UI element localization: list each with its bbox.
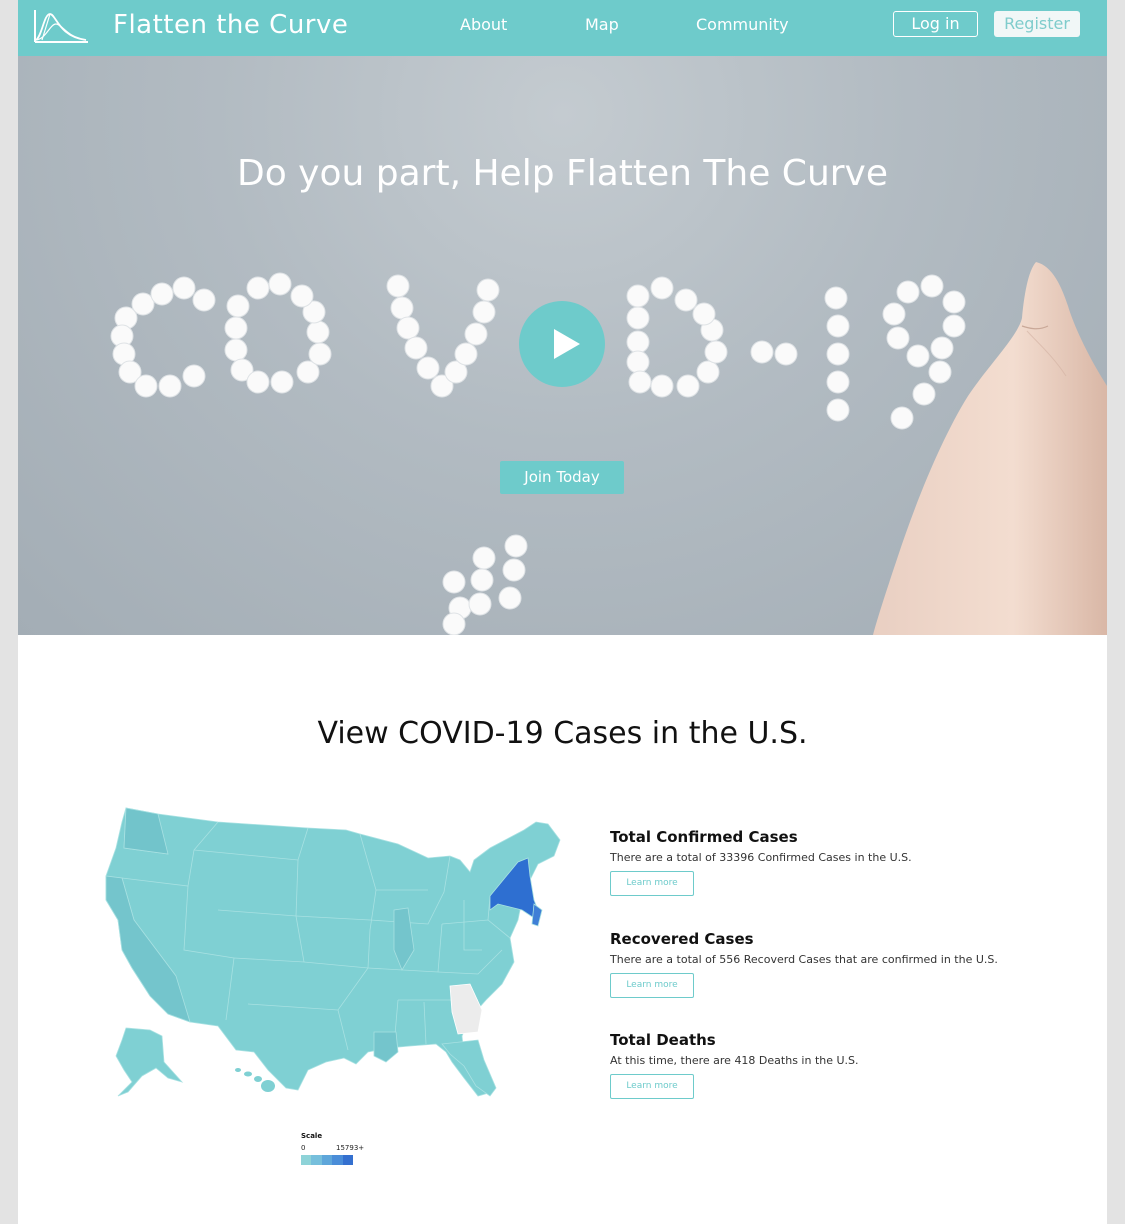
login-button[interactable]: Log in [893,11,978,37]
curve-logo-icon[interactable] [32,6,90,46]
map-state-alaska [115,1027,184,1097]
learn-more-button[interactable]: Learn more [610,973,694,998]
hero-video: Do you part, Help Flatten The Curve Join… [18,56,1107,635]
us-cases-map[interactable] [98,800,568,1100]
register-button[interactable]: Register [994,11,1080,37]
scale-swatch-2 [311,1155,322,1165]
hero-title: Do you part, Help Flatten The Curve [236,153,889,194]
map-mainland [105,807,561,1097]
stat-text: There are a total of 33396 Confirmed Cas… [610,851,912,864]
stat-title: Total Deaths [610,1031,716,1049]
scale-labels: 0 15793+ [301,1144,365,1154]
map-state-florida [441,1039,497,1097]
stat-text: There are a total of 556 Recoverd Cases … [610,953,998,966]
navbar: Flatten the Curve About Map Community Lo… [18,0,1107,56]
nav-about[interactable]: About [460,15,507,34]
play-button[interactable] [519,301,605,387]
map-state-hawaii [235,1068,275,1092]
scale-swatch-3 [321,1155,333,1165]
map-scale-legend: Scale 0 15793+ [301,1132,365,1165]
stat-deaths: Total Deaths At this time, there are 418… [610,1031,859,1099]
scale-swatch-5 [342,1155,354,1165]
nav-community[interactable]: Community [696,15,789,34]
stat-confirmed: Total Confirmed Cases There are a total … [610,828,912,896]
cases-section-title: View COVID-19 Cases in the U.S. [317,716,808,751]
scale-max: 15793+ [336,1144,365,1152]
stat-title: Recovered Cases [610,930,754,948]
learn-more-button[interactable]: Learn more [610,1074,694,1099]
stat-title: Total Confirmed Cases [610,828,798,846]
scale-bar [301,1155,354,1165]
join-today-button[interactable]: Join Today [500,461,624,494]
scale-swatch-1 [301,1155,312,1165]
scale-min: 0 [301,1144,306,1152]
nav-map[interactable]: Map [585,15,619,34]
stat-recovered: Recovered Cases There are a total of 556… [610,930,998,998]
map-state-louisiana [373,1031,399,1063]
brand-name[interactable]: Flatten the Curve [113,10,348,40]
play-icon [554,329,580,359]
stat-text: At this time, there are 418 Deaths in th… [610,1054,859,1067]
scale-swatch-4 [332,1155,343,1165]
learn-more-button[interactable]: Learn more [610,871,694,896]
map-state-new-jersey [531,903,543,927]
page: Flatten the Curve About Map Community Lo… [18,0,1107,1224]
scale-title: Scale [301,1132,323,1140]
